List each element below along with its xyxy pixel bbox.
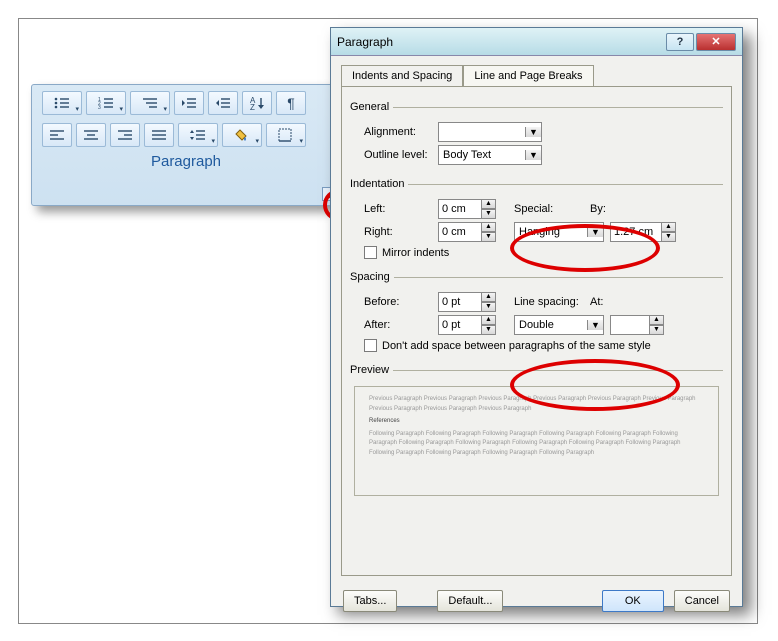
left-spinner[interactable]: ▲▼ [438,199,496,219]
sort-button[interactable]: AZ [242,91,272,115]
ribbon-paragraph-group: 123 AZ ¶ Paragraph ◢ [31,84,341,206]
align-center-button[interactable] [76,123,106,147]
bullets-button[interactable] [42,91,82,115]
line-spacing-button[interactable] [178,123,218,147]
preview-pane: Previous Paragraph Previous Paragraph Pr… [354,386,719,496]
align-right-icon [116,127,134,143]
indentation-legend: Indentation [350,178,408,190]
dialog-titlebar[interactable]: Paragraph ? ✕ [331,28,742,56]
svg-text:Z: Z [250,103,255,111]
tab-indents-spacing[interactable]: Indents and Spacing [341,65,463,87]
svg-text:3: 3 [98,105,101,111]
right-label: Right: [364,226,438,238]
shading-button[interactable] [222,123,262,147]
after-label: After: [364,319,438,331]
align-left-button[interactable] [42,123,72,147]
decrease-indent-icon [180,95,198,111]
numbering-icon: 123 [97,95,115,111]
outline-combo[interactable]: Body Text▼ [438,145,542,165]
paragraph-dialog: Paragraph ? ✕ Indents and Spacing Line a… [330,27,743,607]
before-label: Before: [364,296,438,308]
chevron-down-icon: ▼ [587,320,603,330]
by-label: By: [590,203,630,215]
shading-icon [233,127,251,143]
alignment-label: Alignment: [364,126,438,138]
chevron-down-icon: ▼ [587,227,603,237]
borders-button[interactable] [266,123,306,147]
right-spinner[interactable]: ▲▼ [438,222,496,242]
by-spinner[interactable]: ▲▼ [610,222,676,242]
left-label: Left: [364,203,438,215]
at-spinner[interactable]: ▲▼ [610,315,664,335]
ok-button[interactable]: OK [602,590,664,612]
numbering-button[interactable]: 123 [86,91,126,115]
chevron-down-icon: ▼ [525,150,541,160]
borders-icon [277,127,295,143]
sort-icon: AZ [248,95,266,111]
linespacing-label: Line spacing: [514,296,590,308]
line-spacing-icon [189,127,207,143]
default-button[interactable]: Default... [437,590,503,612]
bullets-icon [53,95,71,111]
ribbon-group-title: Paragraph [32,149,340,170]
close-button[interactable]: ✕ [696,33,736,51]
pilcrow-icon: ¶ [287,95,295,111]
noadd-space-checkbox[interactable]: Don't add space between paragraphs of th… [364,339,723,352]
align-center-icon [82,127,100,143]
general-legend: General [350,101,393,113]
preview-legend: Preview [350,364,393,376]
decrease-indent-button[interactable] [174,91,204,115]
at-label: At: [590,296,630,308]
tab-line-page-breaks[interactable]: Line and Page Breaks [463,65,593,87]
special-label: Special: [514,203,590,215]
align-right-button[interactable] [110,123,140,147]
multilevel-icon [141,95,159,111]
increase-indent-icon [214,95,232,111]
mirror-indents-checkbox[interactable]: Mirror indents [364,246,723,259]
spacing-legend: Spacing [350,271,394,283]
special-combo[interactable]: Hanging▼ [514,222,604,242]
cancel-button[interactable]: Cancel [674,590,730,612]
multilevel-list-button[interactable] [130,91,170,115]
increase-indent-button[interactable] [208,91,238,115]
chevron-down-icon: ▼ [525,127,541,137]
before-spinner[interactable]: ▲▼ [438,292,496,312]
tabs-button[interactable]: Tabs... [343,590,397,612]
show-marks-button[interactable]: ¶ [276,91,306,115]
align-left-icon [48,127,66,143]
dialog-title: Paragraph [337,35,664,49]
after-spinner[interactable]: ▲▼ [438,315,496,335]
help-button[interactable]: ? [666,33,694,51]
outline-label: Outline level: [364,149,438,161]
justify-icon [150,127,168,143]
alignment-combo[interactable]: ▼ [438,122,542,142]
linespacing-combo[interactable]: Double▼ [514,315,604,335]
justify-button[interactable] [144,123,174,147]
